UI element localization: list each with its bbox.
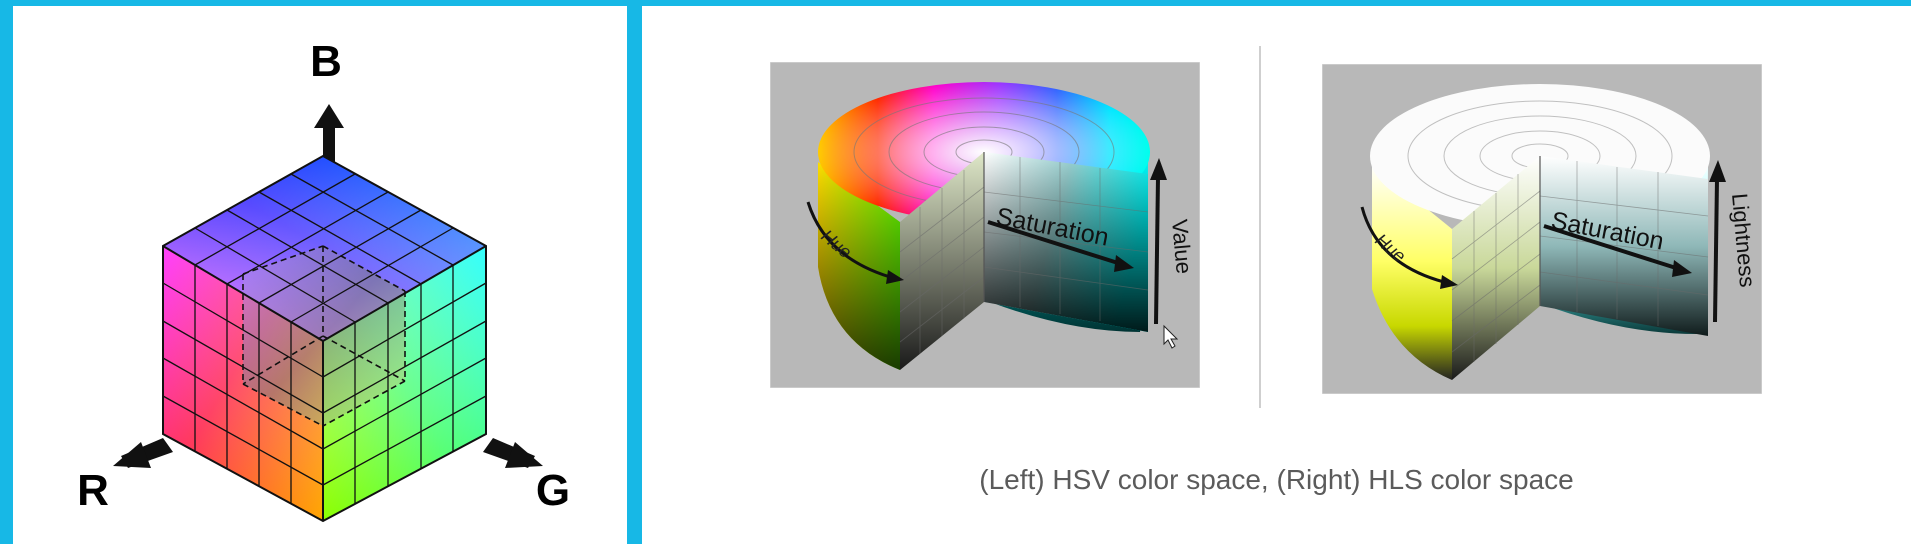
axis-label-r: R [77,466,109,515]
g-axis-arrow [483,438,543,468]
axis-label-g: G [536,466,570,515]
figure-caption: (Left) HSV color space, (Right) HLS colo… [979,464,1574,495]
rgb-cube-diagram: B R G [77,37,570,523]
r-axis-arrow [113,438,173,468]
figure-divider [1259,46,1261,408]
rgb-cube-panel: B R G [13,6,627,544]
hsv-value-label: Value [1167,218,1197,275]
color-spaces-panel: Hue Saturation Value Hue Saturation Ligh… [642,6,1911,544]
axis-label-b: B [310,37,342,86]
hls-cylinder-figure: Hue Saturation Lightness [1322,64,1762,394]
b-axis-arrow [314,104,344,163]
hsv-cylinder-figure: Hue Saturation Value [770,62,1200,388]
